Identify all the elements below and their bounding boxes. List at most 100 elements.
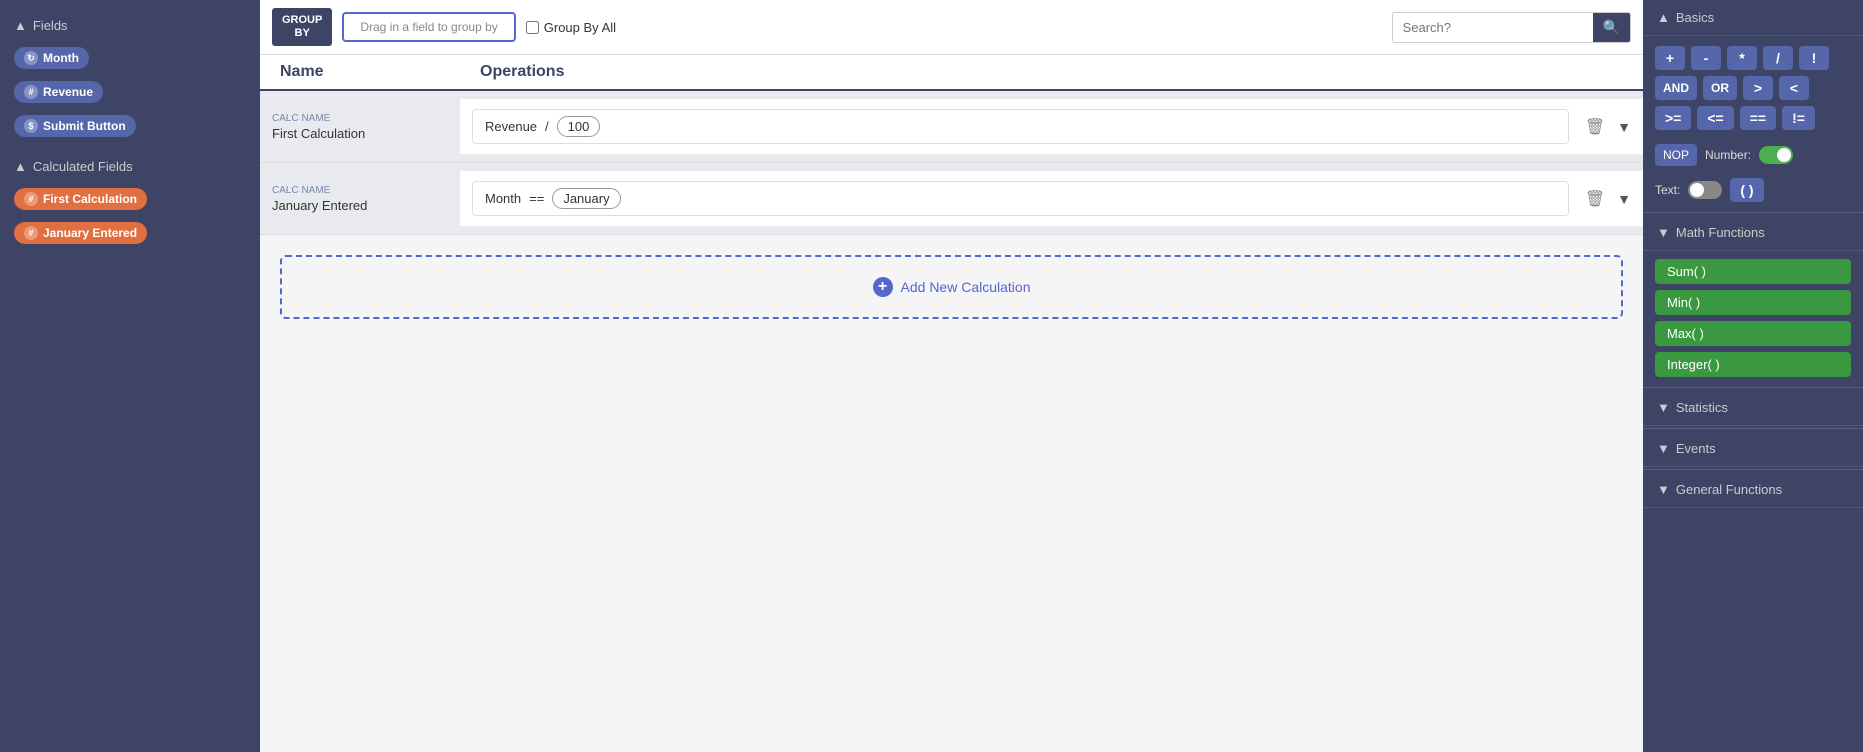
op-minus[interactable]: - — [1691, 46, 1721, 70]
op-plus[interactable]: + — [1655, 46, 1685, 70]
search-input[interactable] — [1393, 14, 1593, 41]
fields-section-header[interactable]: ▲ Fields — [0, 10, 260, 41]
table-row: Calc Name January Entered Month == Janua… — [260, 163, 1643, 235]
main-area: GROUP BY Drag in a field to group by Gro… — [260, 0, 1643, 752]
calc-name-text-first: First Calculation — [272, 126, 448, 141]
calculations-area: Calc Name First Calculation Revenue / 10… — [260, 91, 1643, 752]
calculated-fields-section-header[interactable]: ▲ Calculated Fields — [0, 151, 260, 182]
sidebar-item-january-entered[interactable]: # January Entered — [0, 216, 260, 250]
basics-section-header[interactable]: ▲ Basics — [1643, 0, 1863, 36]
expr-token-divide: / — [545, 119, 549, 134]
math-chevron: ▼ — [1657, 225, 1670, 240]
math-min[interactable]: Min( ) — [1655, 290, 1851, 315]
plus-circle-icon: + — [873, 277, 893, 297]
sidebar-item-submit-button[interactable]: $ Submit Button — [0, 109, 260, 143]
submit-icon: $ — [24, 119, 38, 133]
expr-token-month: Month — [485, 191, 521, 206]
column-headers: Name Operations — [260, 55, 1643, 91]
op-divide[interactable]: / — [1763, 46, 1793, 70]
expand-button-jan[interactable]: ▼ — [1613, 187, 1635, 211]
calc-name-text-jan: January Entered — [272, 198, 448, 213]
calc-name-label-first: Calc Name — [272, 113, 448, 124]
text-toggle[interactable] — [1688, 181, 1722, 199]
calc-name-label-jan: Calc Name — [272, 185, 448, 196]
number-toggle[interactable] — [1759, 146, 1793, 164]
math-max[interactable]: Max( ) — [1655, 321, 1851, 346]
month-label: Month — [43, 51, 79, 65]
basics-operators-grid: + - * / ! AND OR > < >= <= == != — [1643, 36, 1863, 140]
nop-button[interactable]: NOP — [1655, 144, 1697, 166]
revenue-label: Revenue — [43, 85, 93, 99]
op-gt[interactable]: > — [1743, 76, 1773, 100]
table-row: Calc Name First Calculation Revenue / 10… — [260, 91, 1643, 163]
calc-actions-jan: 🗑 ▼ — [1581, 171, 1643, 226]
math-sum[interactable]: Sum( ) — [1655, 259, 1851, 284]
events-section-header[interactable]: ▼ Events — [1643, 431, 1863, 467]
group-by-all-checkbox[interactable] — [526, 21, 539, 34]
op-and[interactable]: AND — [1655, 76, 1697, 100]
revenue-icon: # — [24, 85, 38, 99]
expr-token-100: 100 — [557, 116, 601, 137]
search-button[interactable]: 🔍 — [1593, 13, 1630, 42]
calc-expression-cell-jan: Month == January — [460, 171, 1581, 226]
nop-number-row: NOP Number: — [1643, 140, 1863, 174]
op-lt[interactable]: < — [1779, 76, 1809, 100]
add-calc-area: + Add New Calculation — [260, 235, 1643, 339]
calc-section-label: Calculated Fields — [33, 159, 133, 174]
expr-token-revenue: Revenue — [485, 119, 537, 134]
paren-button[interactable]: ( ) — [1730, 178, 1763, 202]
sidebar-item-first-calculation[interactable]: # First Calculation — [0, 182, 260, 216]
calc-expression-cell-first: Revenue / 100 — [460, 99, 1581, 154]
expand-button-first[interactable]: ▼ — [1613, 115, 1635, 139]
general-section-header[interactable]: ▼ General Functions — [1643, 472, 1863, 508]
delete-button-jan[interactable]: 🗑 — [1581, 185, 1609, 213]
statistics-section-header[interactable]: ▼ Statistics — [1643, 390, 1863, 426]
text-label: Text: — [1655, 183, 1680, 197]
op-lte[interactable]: <= — [1697, 106, 1733, 130]
expr-token-january: January — [552, 188, 620, 209]
operations-column-header: Operations — [460, 63, 1643, 81]
group-by-all-text: Group By All — [544, 20, 616, 35]
statistics-chevron: ▼ — [1657, 400, 1670, 415]
op-eq[interactable]: == — [1740, 106, 1776, 130]
math-label: Math Functions — [1676, 225, 1765, 240]
text-paren-row: Text: ( ) — [1643, 174, 1863, 210]
calc-expression-wrapper-first: Revenue / 100 — [472, 109, 1569, 144]
math-functions-list: Sum( ) Min( ) Max( ) Integer( ) — [1643, 251, 1863, 385]
sidebar-item-revenue[interactable]: # Revenue — [0, 75, 260, 109]
name-column-header: Name — [260, 63, 460, 81]
group-by-all-label[interactable]: Group By All — [526, 20, 616, 35]
op-gte[interactable]: >= — [1655, 106, 1691, 130]
add-new-calculation-button[interactable]: + Add New Calculation — [280, 255, 1623, 319]
delete-button-first[interactable]: 🗑 — [1581, 113, 1609, 141]
basics-label: Basics — [1676, 10, 1714, 25]
fields-label: Fields — [33, 18, 68, 33]
events-chevron: ▼ — [1657, 441, 1670, 456]
drag-field-box[interactable]: Drag in a field to group by — [342, 12, 515, 42]
submit-label: Submit Button — [43, 119, 126, 133]
calc-actions-first: 🗑 ▼ — [1581, 99, 1643, 154]
events-label: Events — [1676, 441, 1716, 456]
calc-name-cell-jan: Calc Name January Entered — [260, 163, 460, 234]
jan-entered-icon: # — [24, 226, 38, 240]
expr-token-equals: == — [529, 191, 544, 206]
op-exclaim[interactable]: ! — [1799, 46, 1829, 70]
group-by-button[interactable]: GROUP BY — [272, 8, 332, 46]
add-calc-label: Add New Calculation — [901, 279, 1031, 295]
calc-chevron: ▲ — [14, 159, 27, 174]
op-neq[interactable]: != — [1782, 106, 1815, 130]
math-integer[interactable]: Integer( ) — [1655, 352, 1851, 377]
op-or[interactable]: OR — [1703, 76, 1737, 100]
basics-chevron: ▲ — [1657, 10, 1670, 25]
math-section-header[interactable]: ▼ Math Functions — [1643, 215, 1863, 251]
sidebar: ▲ Fields ↻ Month # Revenue $ Submit Butt… — [0, 0, 260, 752]
calc-expression-wrapper-jan: Month == January — [472, 181, 1569, 216]
right-panel: ▲ Basics + - * / ! AND OR > < >= <= == !… — [1643, 0, 1863, 752]
number-label: Number: — [1705, 148, 1751, 162]
sidebar-item-month[interactable]: ↻ Month — [0, 41, 260, 75]
search-wrapper: 🔍 — [1392, 12, 1631, 43]
month-icon: ↻ — [24, 51, 38, 65]
drag-placeholder-text: Drag in a field to group by — [360, 20, 497, 34]
calc-name-cell-first: Calc Name First Calculation — [260, 91, 460, 162]
op-multiply[interactable]: * — [1727, 46, 1757, 70]
